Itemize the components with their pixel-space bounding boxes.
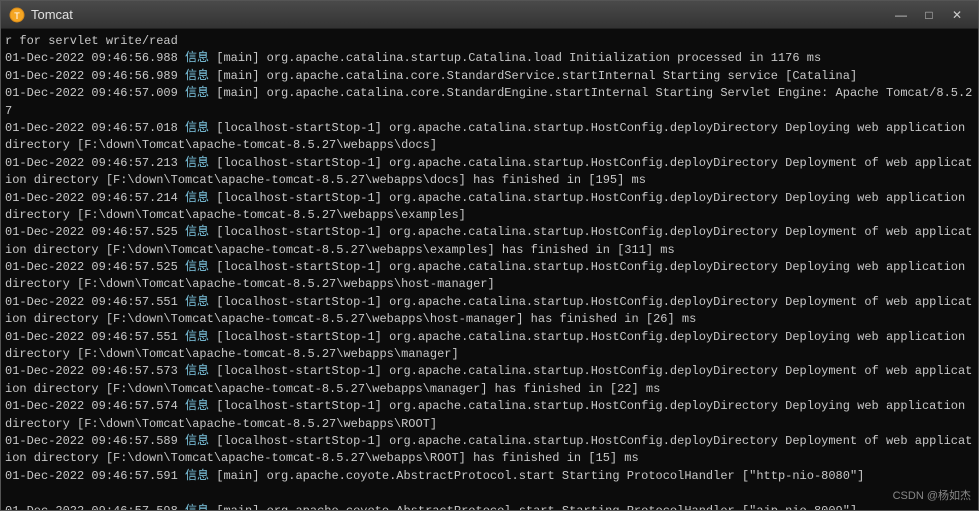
log-line bbox=[5, 485, 974, 502]
log-line: 01-Dec-2022 09:46:57.589 信息 [localhost-s… bbox=[5, 433, 974, 468]
log-line: 01-Dec-2022 09:46:57.213 信息 [localhost-s… bbox=[5, 155, 974, 190]
log-line: 01-Dec-2022 09:46:57.573 信息 [localhost-s… bbox=[5, 363, 974, 398]
console-output: r for servlet write/read01-Dec-2022 09:4… bbox=[1, 29, 978, 510]
log-line: 01-Dec-2022 09:46:57.525 信息 [localhost-s… bbox=[5, 224, 974, 259]
window-controls: — □ ✕ bbox=[888, 5, 970, 25]
app-icon: T bbox=[9, 7, 25, 23]
log-line: 01-Dec-2022 09:46:56.989 信息 [main] org.a… bbox=[5, 68, 974, 85]
svg-text:T: T bbox=[14, 12, 20, 23]
log-line: 01-Dec-2022 09:46:57.551 信息 [localhost-s… bbox=[5, 329, 974, 364]
log-line: 01-Dec-2022 09:46:57.591 信息 [main] org.a… bbox=[5, 468, 974, 485]
window-title: Tomcat bbox=[31, 7, 888, 22]
log-line: 01-Dec-2022 09:46:57.018 信息 [localhost-s… bbox=[5, 120, 974, 155]
log-line: r for servlet write/read bbox=[5, 33, 974, 50]
title-bar: T Tomcat — □ ✕ bbox=[1, 1, 978, 29]
watermark: CSDN @杨如杰 bbox=[893, 487, 971, 503]
log-line: 01-Dec-2022 09:46:57.525 信息 [localhost-s… bbox=[5, 259, 974, 294]
log-line: 01-Dec-2022 09:46:57.551 信息 [localhost-s… bbox=[5, 294, 974, 329]
close-button[interactable]: ✕ bbox=[944, 5, 970, 25]
log-line: 01-Dec-2022 09:46:57.009 信息 [main] org.a… bbox=[5, 85, 974, 120]
maximize-button[interactable]: □ bbox=[916, 5, 942, 25]
log-line: 01-Dec-2022 09:46:57.214 信息 [localhost-s… bbox=[5, 190, 974, 225]
main-window: T Tomcat — □ ✕ r for servlet write/read0… bbox=[0, 0, 979, 511]
log-line: 01-Dec-2022 09:46:57.598 信息 [main] org.a… bbox=[5, 503, 974, 510]
log-line: 01-Dec-2022 09:46:57.574 信息 [localhost-s… bbox=[5, 398, 974, 433]
log-line: 01-Dec-2022 09:46:56.988 信息 [main] org.a… bbox=[5, 50, 974, 67]
minimize-button[interactable]: — bbox=[888, 5, 914, 25]
